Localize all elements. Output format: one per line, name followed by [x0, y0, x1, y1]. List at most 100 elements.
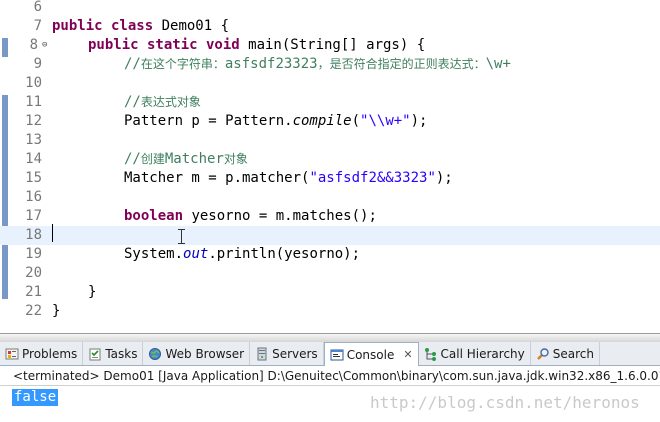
- comment-token: ，是否符合指定的正则表达式：: [317, 57, 486, 71]
- line-number: 17: [25, 208, 42, 224]
- line-number: 8: [29, 37, 38, 53]
- fold-minus-icon[interactable]: ⊖: [42, 41, 47, 50]
- tab-tasks[interactable]: Tasks: [83, 342, 144, 365]
- keyword: boolean: [124, 208, 184, 224]
- comment-token: 表达式对象: [140, 95, 201, 109]
- console-icon: [330, 348, 344, 362]
- code-token: .println(yesorno);: [208, 246, 361, 262]
- line-number: 6: [33, 0, 42, 15]
- code-token: System.: [124, 246, 184, 262]
- tab-web-browser[interactable]: Web Browser: [143, 342, 251, 365]
- text-caret: [52, 224, 53, 242]
- code-line: 10: [0, 74, 660, 93]
- line-number: 12: [25, 113, 42, 129]
- code-text: Matcher m = p.matcher("asfsdf2&&3323");: [124, 169, 453, 188]
- watermark: http://blog.csdn.net/heronos: [370, 393, 640, 412]
- tab-label: Search: [552, 346, 594, 361]
- code-line: 19 System.out.println(yesorno);: [0, 245, 660, 264]
- line-number: 20: [25, 265, 42, 281]
- current-line-highlight: 18: [0, 226, 660, 245]
- code-line: 6: [0, 0, 660, 17]
- close-icon[interactable]: ✕: [403, 348, 412, 361]
- panel-sash[interactable]: [0, 333, 660, 342]
- code-token: main(String[] args) {: [239, 37, 426, 53]
- console-output-text[interactable]: false: [12, 389, 59, 406]
- code-text: System.out.println(yesorno);: [124, 245, 360, 264]
- tab-console[interactable]: Console ✕: [323, 342, 419, 366]
- code-editor[interactable]: 6 7 public class Demo01 { 8 ⊖ public sta…: [0, 0, 660, 333]
- code-line: 20: [0, 264, 660, 283]
- code-comment: //创建Matcher对象: [124, 150, 248, 169]
- code-line: 16: [0, 188, 660, 207]
- tab-label: Call Hierarchy: [440, 346, 525, 361]
- code-comment: //在这个字符串：asfsdf23323，是否符合指定的正则表达式：\w+: [124, 55, 511, 74]
- line-number: 10: [25, 75, 42, 91]
- tab-label: Web Browser: [165, 346, 245, 361]
- problems-icon: [5, 347, 19, 361]
- keyword: public class: [52, 18, 154, 34]
- ibeam-cursor-icon: [178, 229, 185, 244]
- code-token: Pattern p = Pattern.: [124, 113, 293, 129]
- tab-servers[interactable]: Servers: [250, 342, 324, 365]
- code-text: Pattern p = Pattern.compile("\\w+");: [124, 112, 427, 131]
- static-field: out: [183, 246, 209, 262]
- code-line: 11 //表达式对象: [0, 93, 660, 112]
- code-line: 12 Pattern p = Pattern.compile("\\w+");: [0, 112, 660, 131]
- tab-label: Tasks: [105, 346, 138, 361]
- call-hierarchy-icon: [424, 347, 438, 361]
- line-number: 7: [33, 18, 42, 34]
- line-number: 15: [25, 170, 42, 186]
- comment-token: //: [124, 94, 141, 110]
- servers-icon: [255, 347, 269, 361]
- static-method: compile: [292, 113, 352, 129]
- code-token: (: [351, 113, 361, 129]
- line-number: 18: [25, 227, 42, 243]
- code-line: 9 //在这个字符串：asfsdf23323，是否符合指定的正则表达式：\w+: [0, 55, 660, 74]
- tab-label: Console: [346, 347, 395, 362]
- code-text: public class Demo01 {: [52, 17, 229, 36]
- line-number: 19: [25, 246, 42, 262]
- comment-token: 创建: [140, 152, 165, 166]
- code-comment: //表达式对象: [124, 93, 201, 112]
- tab-label: Servers: [272, 346, 318, 361]
- tab-label: Problems: [22, 346, 78, 361]
- code-token: Demo01 {: [153, 18, 230, 34]
- string-literal: "asfsdf2&&3323": [309, 170, 436, 186]
- line-number: 21: [25, 284, 42, 300]
- tab-problems[interactable]: Problems: [0, 342, 84, 365]
- line-number: 16: [25, 189, 42, 205]
- comment-token: asfsdf23323: [224, 56, 318, 72]
- code-line: 8 ⊖ public static void main(String[] arg…: [0, 36, 660, 55]
- code-token: );: [435, 170, 453, 186]
- code-text: }: [52, 303, 61, 319]
- comment-token: 在这个字符串：: [140, 57, 225, 71]
- line-number: 13: [25, 132, 42, 148]
- view-tab-bar: Problems Tasks Web Browser Servers Conso…: [0, 342, 660, 366]
- code-line: 17 boolean yesorno = m.matches();: [0, 207, 660, 226]
- code-text: boolean yesorno = m.matches();: [124, 207, 377, 226]
- tasks-icon: [88, 347, 102, 361]
- code-line: 15 Matcher m = p.matcher("asfsdf2&&3323"…: [0, 169, 660, 188]
- line-number: 9: [33, 56, 42, 72]
- string-literal: "\\w+": [360, 113, 411, 129]
- comment-token: //: [124, 151, 141, 167]
- line-number: 11: [25, 94, 42, 110]
- console-process-description: <terminated> Demo01 [Java Application] D…: [0, 366, 660, 386]
- code-token: Matcher m = p.matcher(: [124, 170, 310, 186]
- code-line: 22 }: [0, 302, 660, 321]
- search-icon: [536, 347, 550, 361]
- code-line: 13: [0, 131, 660, 150]
- comment-token: //: [124, 56, 141, 72]
- keyword: public static void: [88, 37, 240, 53]
- code-text: }: [88, 284, 97, 300]
- web-browser-icon: [148, 347, 162, 361]
- comment-token: \w+: [485, 56, 511, 72]
- tab-search[interactable]: Search: [531, 342, 600, 365]
- code-line: 14 //创建Matcher对象: [0, 150, 660, 169]
- line-number: 14: [25, 151, 42, 167]
- code-line: 21 }: [0, 283, 660, 302]
- line-number: 22: [25, 303, 42, 319]
- tab-call-hierarchy[interactable]: Call Hierarchy: [419, 342, 531, 365]
- code-text: public static void main(String[] args) {: [88, 36, 425, 55]
- code-line: 7 public class Demo01 {: [0, 17, 660, 36]
